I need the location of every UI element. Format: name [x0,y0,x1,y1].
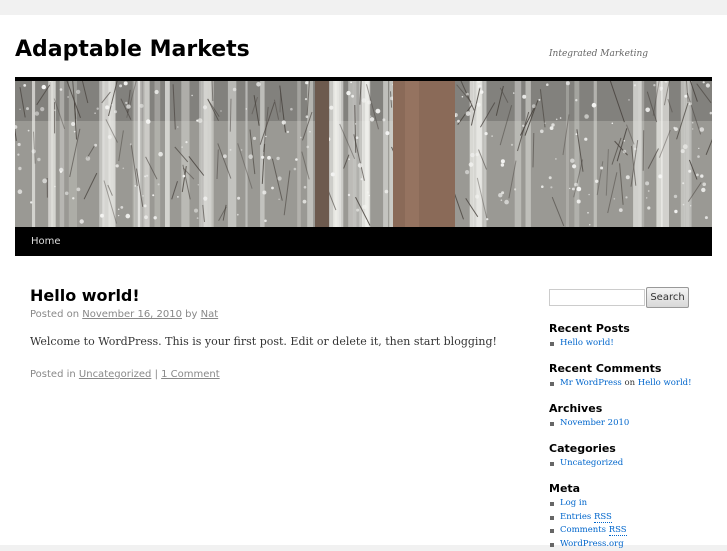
entries-label: Entries [560,512,591,522]
rss-abbr: RSS [609,525,627,536]
meta-title: Meta [549,482,580,496]
categories-list: Uncategorized [549,457,623,471]
category-link[interactable]: Uncategorized [560,458,623,468]
footer-separator: | [155,369,158,380]
comment-author-link[interactable]: Mr WordPress [560,378,622,388]
archives-list: November 2010 [549,417,629,431]
list-item: Log in [549,497,627,511]
comments-label: Comments [560,525,606,535]
comment-post-link[interactable]: Hello world! [638,378,692,388]
search-input[interactable] [549,289,645,306]
wordpress-org-link[interactable]: WordPress.org [560,539,624,549]
list-item: November 2010 [549,417,629,431]
search-button[interactable]: Search [646,287,689,308]
site-description: Integrated Marketing [549,49,648,59]
categories-title: Categories [549,442,616,456]
main-navigation: Home [15,227,712,256]
posted-in-label: Posted in [30,369,76,380]
archives-title: Archives [549,402,602,416]
list-item: Hello world! [549,337,614,351]
rss-abbr: RSS [594,512,612,523]
site-title[interactable]: Adaptable Markets [15,35,250,65]
log-in-link[interactable]: Log in [560,498,587,508]
recent-comments-title: Recent Comments [549,362,661,376]
recent-post-link[interactable]: Hello world! [560,338,614,348]
header-banner-image [15,81,712,227]
recent-posts-list: Hello world! [549,337,614,351]
comment-on-label: on [625,378,636,388]
nav-item-home[interactable]: Home [31,227,61,256]
post-author-link[interactable]: Nat [201,309,219,320]
by-label: by [185,309,197,320]
post-meta: Posted on November 16, 2010 by Nat [30,308,218,322]
recent-posts-title: Recent Posts [549,322,630,336]
list-item: WordPress.org [549,538,627,551]
posted-on-label: Posted on [30,309,79,320]
post-date-link[interactable]: November 16, 2010 [82,309,182,320]
post-comments-link[interactable]: 1 Comment [161,369,220,380]
post-title[interactable]: Hello world! [30,286,140,306]
list-item: Mr WordPress on Hello world! [549,377,692,391]
list-item: Uncategorized [549,457,623,471]
recent-comments-list: Mr WordPress on Hello world! [549,377,692,391]
post-footer: Posted in Uncategorized | 1 Comment [30,368,220,382]
list-item: Comments RSS [549,524,627,538]
post-category-link[interactable]: Uncategorized [79,369,151,380]
meta-list: Log in Entries RSS Comments RSS WordPres… [549,497,627,551]
archive-link[interactable]: November 2010 [560,418,629,428]
comments-rss-link[interactable]: Comments RSS [560,525,627,536]
post-content: Welcome to WordPress. This is your first… [30,334,497,350]
page-wrapper: Adaptable Markets Integrated Marketing H… [0,15,727,545]
list-item: Entries RSS [549,511,627,525]
entries-rss-link[interactable]: Entries RSS [560,512,612,523]
